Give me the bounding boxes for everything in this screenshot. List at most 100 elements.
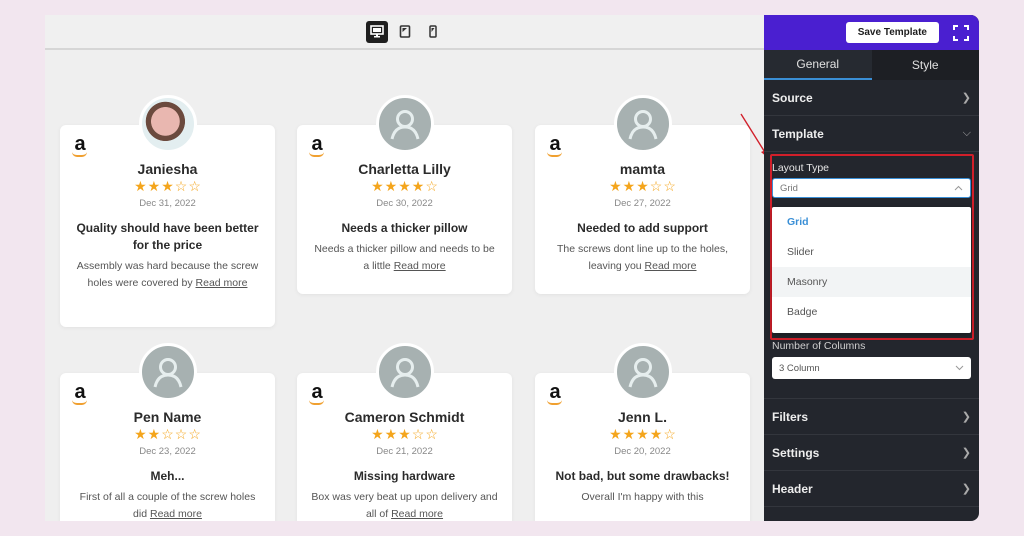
review-title: Quality should have been better for the … bbox=[76, 221, 259, 252]
tab-style[interactable]: Style bbox=[872, 50, 980, 80]
review-card: a Pen Name ★ ★ ☆ ☆ ☆ Dec 23, 2022 Meh... Fir… bbox=[60, 343, 275, 521]
chevron-right-icon: ❯ bbox=[961, 411, 971, 423]
section-template[interactable]: Template ⌵ bbox=[764, 116, 979, 152]
star-empty-icon: ☆ bbox=[649, 178, 663, 194]
review-date: Dec 27, 2022 bbox=[614, 198, 671, 209]
reviewer-name: Janiesha bbox=[137, 161, 198, 177]
preview-canvas: a Janiesha ★ ★ ★ ☆ ☆ Dec 31, 2022 Quality sh… bbox=[45, 15, 765, 521]
desktop-view-button[interactable] bbox=[366, 20, 388, 43]
review-body: Overall I'm happy with this bbox=[549, 489, 736, 506]
read-more-link[interactable]: Read more bbox=[150, 508, 202, 520]
user-placeholder-icon bbox=[375, 95, 434, 153]
device-switcher bbox=[45, 15, 765, 50]
chevron-down-icon: ⌵ bbox=[962, 127, 971, 139]
review-body: Assembly was hard because the screw hole… bbox=[74, 258, 261, 292]
section-source[interactable]: Source ❯ bbox=[764, 80, 979, 116]
template-section-body: Layout Type Grid Grid Slider Masonry Badge … bbox=[764, 152, 979, 399]
review-title: Not bad, but some drawbacks! bbox=[555, 469, 730, 483]
columns-select[interactable]: 3 Column bbox=[772, 357, 971, 379]
review-card: a Janiesha ★ ★ ★ ☆ ☆ Dec 31, 2022 Quality sh… bbox=[60, 95, 275, 327]
star-filled-icon: ★ bbox=[649, 426, 663, 442]
chevron-up-icon bbox=[954, 185, 963, 191]
tab-general[interactable]: General bbox=[764, 50, 872, 80]
star-filled-icon: ★ bbox=[636, 426, 649, 442]
star-filled-icon: ★ bbox=[134, 178, 147, 194]
star-filled-icon: ★ bbox=[398, 178, 411, 194]
star-empty-icon: ☆ bbox=[188, 178, 201, 194]
star-empty-icon: ☆ bbox=[411, 426, 425, 442]
amazon-logo-icon: a bbox=[546, 382, 564, 405]
star-empty-icon: ☆ bbox=[425, 426, 438, 442]
star-filled-icon: ★ bbox=[398, 426, 411, 442]
section-header[interactable]: Header ❯ bbox=[764, 471, 979, 507]
layout-option-badge[interactable]: Badge bbox=[772, 297, 971, 327]
layout-option-slider[interactable]: Slider bbox=[772, 237, 971, 267]
section-settings[interactable]: Settings ❯ bbox=[764, 435, 979, 471]
review-text: Overall I'm happy with this bbox=[581, 491, 704, 503]
layout-type-select[interactable]: Grid bbox=[772, 178, 971, 198]
user-placeholder-icon bbox=[613, 95, 672, 153]
review-title: Meh... bbox=[150, 469, 185, 483]
reviewer-name: mamta bbox=[619, 161, 666, 177]
review-date: Dec 30, 2022 bbox=[376, 198, 433, 209]
layout-option-grid[interactable]: Grid bbox=[772, 207, 971, 237]
review-title: Needed to add support bbox=[577, 221, 708, 235]
chevron-right-icon: ❯ bbox=[961, 92, 971, 104]
review-body: First of all a couple of the screw holes… bbox=[74, 489, 261, 521]
chevron-down-icon bbox=[955, 365, 964, 371]
amazon-logo-icon: a bbox=[308, 134, 326, 157]
amazon-logo-icon: a bbox=[546, 134, 564, 157]
section-label: Settings bbox=[772, 445, 820, 460]
review-body: Needs a thicker pillow and needs to be a… bbox=[311, 241, 498, 275]
section-filters[interactable]: Filters ❯ bbox=[764, 399, 979, 435]
fullscreen-icon[interactable] bbox=[953, 24, 969, 41]
read-more-link[interactable]: Read more bbox=[196, 277, 248, 289]
star-filled-icon: ★ bbox=[384, 178, 398, 194]
star-rating: ★ ★ ☆ ☆ ☆ bbox=[60, 427, 275, 441]
mobile-icon bbox=[429, 25, 437, 38]
tablet-view-button[interactable] bbox=[394, 21, 416, 43]
star-filled-icon: ★ bbox=[134, 426, 147, 442]
review-date: Dec 31, 2022 bbox=[139, 198, 196, 209]
star-filled-icon: ★ bbox=[622, 426, 636, 442]
star-filled-icon: ★ bbox=[384, 426, 398, 442]
star-filled-icon: ★ bbox=[147, 178, 161, 194]
user-placeholder-icon bbox=[613, 343, 672, 401]
star-empty-icon: ☆ bbox=[188, 426, 201, 442]
star-rating: ★ ★ ★ ☆ ☆ bbox=[535, 179, 750, 193]
avatar bbox=[138, 95, 197, 153]
layout-option-masonry[interactable]: Masonry bbox=[772, 267, 971, 297]
review-grid: a Janiesha ★ ★ ★ ☆ ☆ Dec 31, 2022 Quality sh… bbox=[45, 52, 765, 521]
star-empty-icon: ☆ bbox=[174, 178, 188, 194]
review-date: Dec 23, 2022 bbox=[139, 446, 196, 457]
review-date: Dec 21, 2022 bbox=[376, 446, 433, 457]
star-filled-icon: ★ bbox=[371, 426, 384, 442]
columns-value: 3 Column bbox=[779, 362, 820, 374]
star-filled-icon: ★ bbox=[411, 178, 425, 194]
tablet-icon bbox=[399, 25, 411, 38]
star-rating: ★ ★ ★ ★ ☆ bbox=[535, 427, 750, 441]
star-filled-icon: ★ bbox=[147, 426, 161, 442]
star-empty-icon: ☆ bbox=[425, 178, 438, 194]
read-more-link[interactable]: Read more bbox=[391, 508, 443, 520]
star-rating: ★ ★ ★ ☆ ☆ bbox=[60, 179, 275, 193]
chevron-right-icon: ❯ bbox=[961, 447, 971, 459]
star-empty-icon: ☆ bbox=[161, 426, 174, 442]
mobile-view-button[interactable] bbox=[422, 21, 444, 43]
star-filled-icon: ★ bbox=[609, 426, 622, 442]
star-filled-icon: ★ bbox=[609, 178, 622, 194]
read-more-link[interactable]: Read more bbox=[645, 260, 697, 272]
layout-type-dropdown: Grid Slider Masonry Badge bbox=[772, 207, 971, 333]
amazon-logo-icon: a bbox=[71, 134, 89, 157]
reviewer-name: Jenn L. bbox=[617, 409, 667, 425]
save-template-button[interactable]: Save Template bbox=[845, 22, 939, 43]
read-more-link[interactable]: Read more bbox=[394, 260, 446, 272]
reviewer-name: Cameron Schmidt bbox=[344, 409, 465, 425]
sidebar-tabs: General Style bbox=[764, 50, 979, 80]
star-empty-icon: ☆ bbox=[663, 178, 676, 194]
desktop-icon bbox=[370, 25, 384, 38]
reviewer-name: Charletta Lilly bbox=[358, 161, 451, 177]
review-text: The screws dont line up to the holes, le… bbox=[556, 243, 728, 272]
sidebar-header: Save Template bbox=[764, 15, 979, 50]
review-card: a Jenn L. ★ ★ ★ ★ ☆ Dec 20, 2022 Not bad, bu… bbox=[535, 343, 750, 521]
